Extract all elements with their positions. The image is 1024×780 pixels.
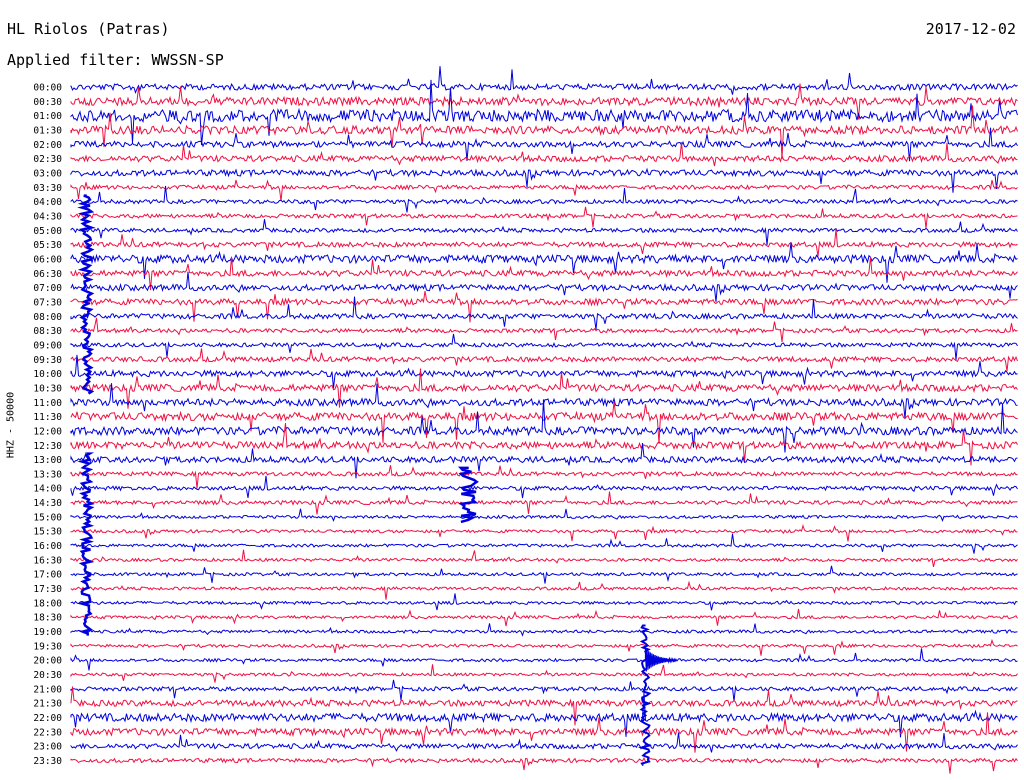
time-label: 22:00 <box>33 713 62 724</box>
time-label: 05:00 <box>33 226 62 237</box>
time-label: 19:30 <box>33 641 62 652</box>
time-label: 10:00 <box>33 369 62 380</box>
trace-row <box>70 638 1018 656</box>
trace-row <box>70 228 1018 257</box>
trace-row <box>70 565 1018 584</box>
trace-row <box>70 333 1018 360</box>
time-label: 15:00 <box>33 512 62 523</box>
trace-row <box>70 524 1018 542</box>
trace-row <box>70 242 1018 283</box>
time-label: 23:00 <box>33 742 62 753</box>
trace-row <box>70 66 1018 95</box>
time-label: 10:30 <box>33 383 62 394</box>
event-signal <box>77 194 96 395</box>
time-label: 17:30 <box>33 584 62 595</box>
time-label: 20:00 <box>33 656 62 667</box>
trace-row <box>70 179 1018 201</box>
trace-row <box>70 167 1018 193</box>
trace-row <box>70 317 1018 343</box>
trace-row <box>70 508 1018 523</box>
time-label: 16:00 <box>33 541 62 552</box>
time-label: 13:30 <box>33 469 62 480</box>
time-label: 06:30 <box>33 269 62 280</box>
trace-row <box>70 623 1018 637</box>
trace-row <box>70 664 1018 683</box>
time-label: 17:00 <box>33 570 62 581</box>
trace-row <box>70 127 1018 162</box>
time-label: 00:30 <box>33 97 62 108</box>
earthquake-coda <box>644 648 678 672</box>
trace-row <box>70 732 1018 753</box>
trace-row <box>70 692 1018 738</box>
trace-row <box>70 679 1018 702</box>
time-label: 12:00 <box>33 426 62 437</box>
time-label: 14:30 <box>33 498 62 509</box>
time-label-group: 00:00 00:30 01:00 01:30 02:00 02:30 03:00 03:30… <box>33 83 62 768</box>
helicorder-plot: 00:00 00:30 01:00 01:30 02:00 02:30 03:00 03:30… <box>33 66 1018 774</box>
trace-row <box>70 465 1018 489</box>
trace-row <box>70 475 1018 499</box>
time-label: 00:00 <box>33 83 62 94</box>
time-label: 04:30 <box>33 211 62 222</box>
trace-row <box>70 756 1018 774</box>
time-label: 03:00 <box>33 168 62 179</box>
trace-row <box>70 219 1018 246</box>
time-label: 01:00 <box>33 111 62 122</box>
time-label: 08:30 <box>33 326 62 337</box>
event-signal <box>457 466 479 524</box>
time-label: 07:00 <box>33 283 62 294</box>
time-label: 07:30 <box>33 297 62 308</box>
trace-row <box>70 608 1018 627</box>
time-label: 11:30 <box>33 412 62 423</box>
trace-row <box>70 580 1018 600</box>
time-label: 12:30 <box>33 441 62 452</box>
time-label: 02:00 <box>33 140 62 151</box>
time-label: 19:00 <box>33 627 62 638</box>
time-label: 16:30 <box>33 555 62 566</box>
trace-row <box>70 206 1018 229</box>
time-label: 22:30 <box>33 727 62 738</box>
time-label: 18:00 <box>33 598 62 609</box>
trace-row <box>70 185 1018 213</box>
time-label: 05:30 <box>33 240 62 251</box>
time-label: 21:00 <box>33 684 62 695</box>
time-label: 09:00 <box>33 340 62 351</box>
time-label: 20:30 <box>33 670 62 681</box>
time-label: 14:00 <box>33 484 62 495</box>
time-label: 09:30 <box>33 355 62 366</box>
time-label: 15:30 <box>33 527 62 538</box>
trace-group <box>70 66 1018 774</box>
time-label: 06:00 <box>33 254 62 265</box>
trace-row <box>70 491 1018 515</box>
time-label: 21:30 <box>33 699 62 710</box>
time-label: 23:30 <box>33 756 62 767</box>
trace-row <box>70 549 1018 568</box>
trace-row <box>70 79 1018 146</box>
trace-row <box>70 648 1018 671</box>
time-label: 01:30 <box>33 125 62 136</box>
time-label: 04:00 <box>33 197 62 208</box>
time-label: 11:00 <box>33 398 62 409</box>
time-label: 18:30 <box>33 613 62 624</box>
time-label: 03:30 <box>33 183 62 194</box>
trace-row <box>70 348 1018 372</box>
trace-row <box>70 593 1018 611</box>
time-label: 08:00 <box>33 312 62 323</box>
trace-row <box>70 533 1018 554</box>
time-label: 02:30 <box>33 154 62 165</box>
time-label: 13:00 <box>33 455 62 466</box>
